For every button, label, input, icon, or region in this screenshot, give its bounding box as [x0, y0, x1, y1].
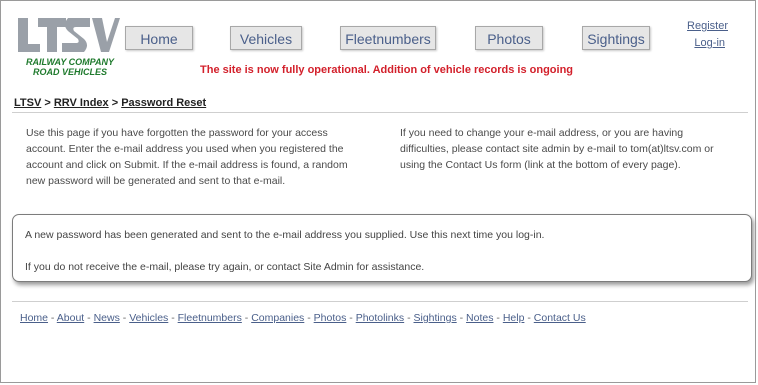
intro-right: If you need to change your e-mail addres… — [400, 125, 750, 173]
footer-link-help[interactable]: Help — [503, 312, 525, 324]
login-link[interactable]: Log-in — [694, 37, 725, 49]
site-notice: The site is now fully operational. Addit… — [200, 64, 574, 76]
footer-link-news[interactable]: News — [94, 312, 120, 324]
breadcrumb-rrv-index[interactable]: RRV Index — [54, 97, 109, 109]
footer-link-vehicles[interactable]: Vehicles — [129, 312, 168, 324]
footer-link-notes[interactable]: Notes — [466, 312, 493, 324]
footer-separator: - — [404, 312, 414, 324]
nav-sightings-button[interactable]: Sightings — [582, 26, 650, 50]
footer-separator: - — [119, 312, 130, 324]
footer-nav: Home - About - News - Vehicles - Fleetnu… — [20, 312, 586, 324]
footer-link-photolinks[interactable]: Photolinks — [356, 312, 404, 324]
breadcrumb-separator: > — [44, 97, 54, 109]
footer-separator: - — [48, 312, 57, 324]
intro-left-line: Use this page if you have forgotten the … — [26, 127, 328, 139]
logo-subtitle: RAILWAY COMPANY ROAD VEHICLES — [20, 57, 120, 77]
footer-separator: - — [493, 312, 503, 324]
footer-link-photos[interactable]: Photos — [314, 312, 347, 324]
register-link[interactable]: Register — [687, 20, 728, 32]
nav-photos-button[interactable]: Photos — [475, 26, 543, 50]
intro-left-line: account and click on Submit. If the e-ma… — [26, 159, 348, 171]
footer-separator: - — [346, 312, 356, 324]
footer-link-fleetnumbers[interactable]: Fleetnumbers — [178, 312, 242, 324]
breadcrumb: LTSV > RRV Index > Password Reset — [14, 97, 206, 109]
intro-right-line: using the Contact Us form (link at the b… — [400, 159, 681, 171]
footer-link-about[interactable]: About — [57, 312, 84, 324]
breadcrumb-divider — [12, 112, 748, 113]
result-message-line2: If you do not receive the e-mail, please… — [25, 261, 425, 273]
intro-right-line: difficulties, please contact site admin … — [400, 143, 714, 155]
footer-separator: - — [456, 312, 467, 324]
intro-left-line: new password will be generated and sent … — [26, 175, 286, 187]
logo-subtitle-line1: RAILWAY COMPANY — [25, 57, 114, 67]
intro-left: Use this page if you have forgotten the … — [26, 125, 386, 189]
breadcrumb-separator: > — [111, 97, 122, 109]
footer-link-companies[interactable]: Companies — [251, 312, 304, 324]
footer-separator: - — [84, 312, 94, 324]
nav-home-button[interactable]: Home — [125, 26, 193, 50]
footer-link-sightings[interactable]: Sightings — [414, 312, 457, 324]
intro-right-line: If you need to change your e-mail addres… — [400, 127, 684, 139]
result-message-line1: A new password has been generated and se… — [25, 229, 545, 241]
footer-link-contact-us[interactable]: Contact Us — [534, 312, 586, 324]
nav-fleetnumbers-button[interactable]: Fleetnumbers — [340, 26, 436, 50]
footer-divider — [12, 301, 748, 302]
footer-separator: - — [168, 312, 178, 324]
logo-subtitle-line2: ROAD VEHICLES — [32, 67, 107, 77]
footer-separator: - — [304, 312, 314, 324]
footer-link-home[interactable]: Home — [20, 312, 48, 324]
intro-left-line: account. Enter the e-mail address you us… — [26, 143, 344, 155]
ltsv-logo[interactable] — [18, 16, 120, 54]
breadcrumb-ltsv[interactable]: LTSV — [14, 97, 41, 109]
result-message-box: A new password has been generated and se… — [12, 214, 752, 282]
footer-separator: - — [524, 312, 534, 324]
footer-separator: - — [241, 312, 252, 324]
nav-vehicles-button[interactable]: Vehicles — [230, 26, 302, 50]
breadcrumb-password-reset[interactable]: Password Reset — [121, 97, 206, 109]
